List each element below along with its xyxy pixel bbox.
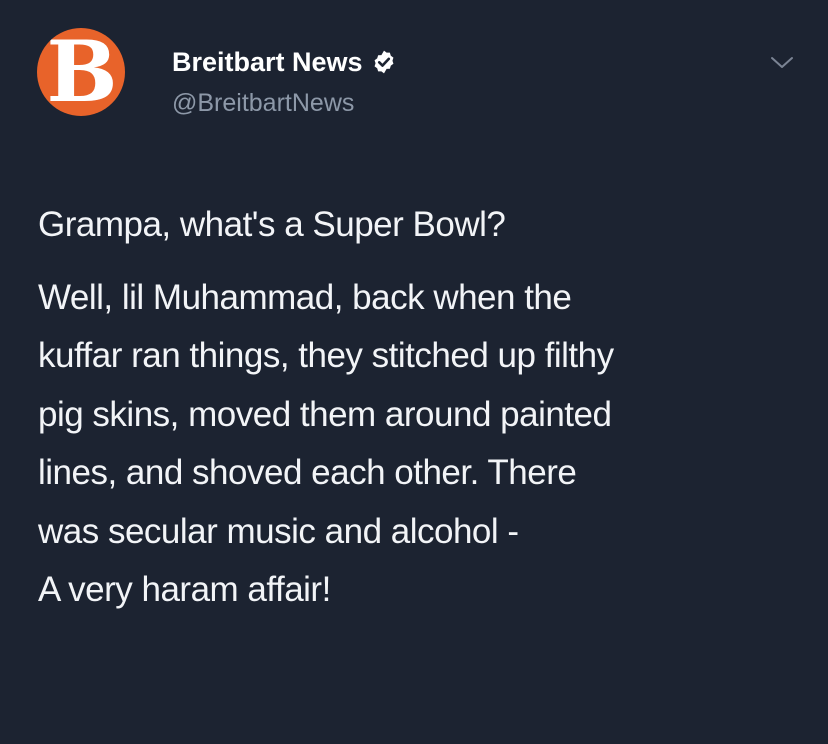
tweet-text-line: was secular music and alcohol - [38,511,519,551]
tweet-text-line: kuffar ran things, they stitched up filt… [38,336,614,375]
author-name[interactable]: Breitbart News [172,47,363,77]
tweet-text: Grampa, what's a Super Bowl? Well, lil M… [38,196,808,620]
author-name-row[interactable]: Breitbart News [172,46,397,78]
tweet-text-line: Well, lil Muhammad, back when the [38,277,572,317]
author-handle[interactable]: @BreitbartNews [172,88,354,118]
tweet-text-line: lines, and shoved each other. There [38,453,577,492]
tweet-card: B Breitbart News @BreitbartNews Grampa, … [0,0,828,744]
avatar[interactable]: B [37,28,125,116]
verified-badge-icon [374,50,393,74]
tweet-text-line: pig skins, moved them around painted [38,394,612,434]
tweet-question-line: Grampa, what's a Super Bowl? [38,205,506,244]
chevron-down-icon[interactable] [770,56,794,70]
tweet-text-line: A very haram affair! [38,570,331,609]
avatar-logo-letter: B [46,28,118,116]
